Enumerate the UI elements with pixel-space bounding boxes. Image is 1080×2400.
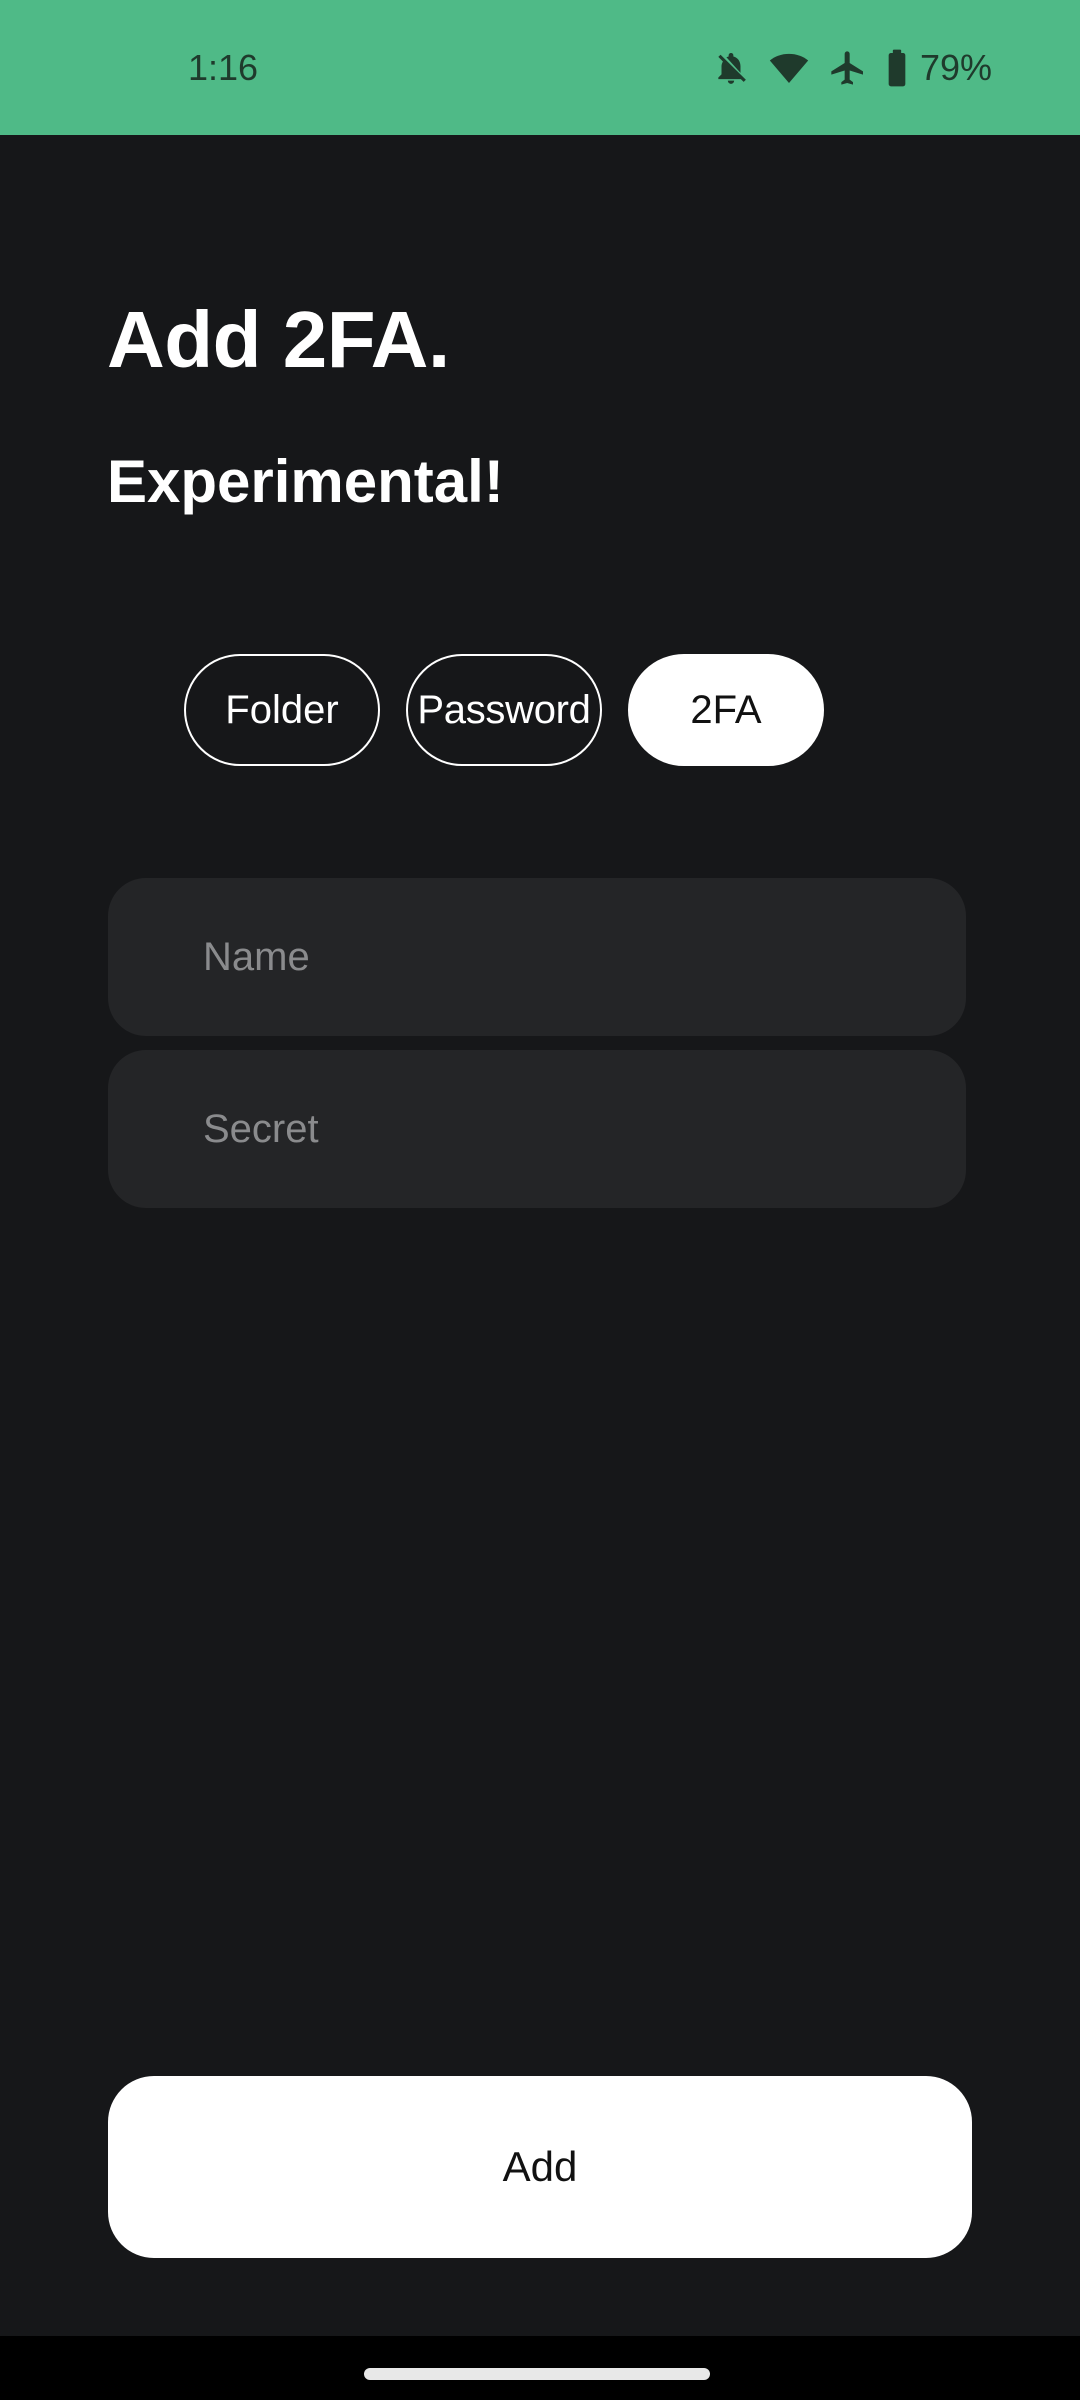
notifications-off-icon <box>712 48 750 88</box>
status-bar: 1:16 79% <box>0 0 1080 135</box>
wifi-icon <box>768 48 810 88</box>
status-time: 1:16 <box>188 47 259 88</box>
battery-percent: 79% <box>919 47 992 88</box>
type-chip-folder[interactable]: Folder <box>184 654 380 766</box>
status-icons: 79% <box>712 44 992 92</box>
battery-icon <box>886 48 908 88</box>
type-chip-password[interactable]: Password <box>406 654 602 766</box>
navigation-bar <box>0 2336 1080 2400</box>
home-indicator[interactable] <box>364 2368 710 2380</box>
secret-field-container <box>108 1050 966 1208</box>
page-subtitle: Experimental! <box>107 448 504 515</box>
name-field-container <box>108 878 966 1036</box>
page-title: Add 2FA. <box>107 295 450 384</box>
secret-input[interactable] <box>203 1050 923 1208</box>
airplane-mode-icon <box>828 48 868 88</box>
name-input[interactable] <box>203 878 923 1036</box>
type-chip-2fa[interactable]: 2FA <box>628 654 824 766</box>
add-button[interactable]: Add <box>108 2076 972 2258</box>
